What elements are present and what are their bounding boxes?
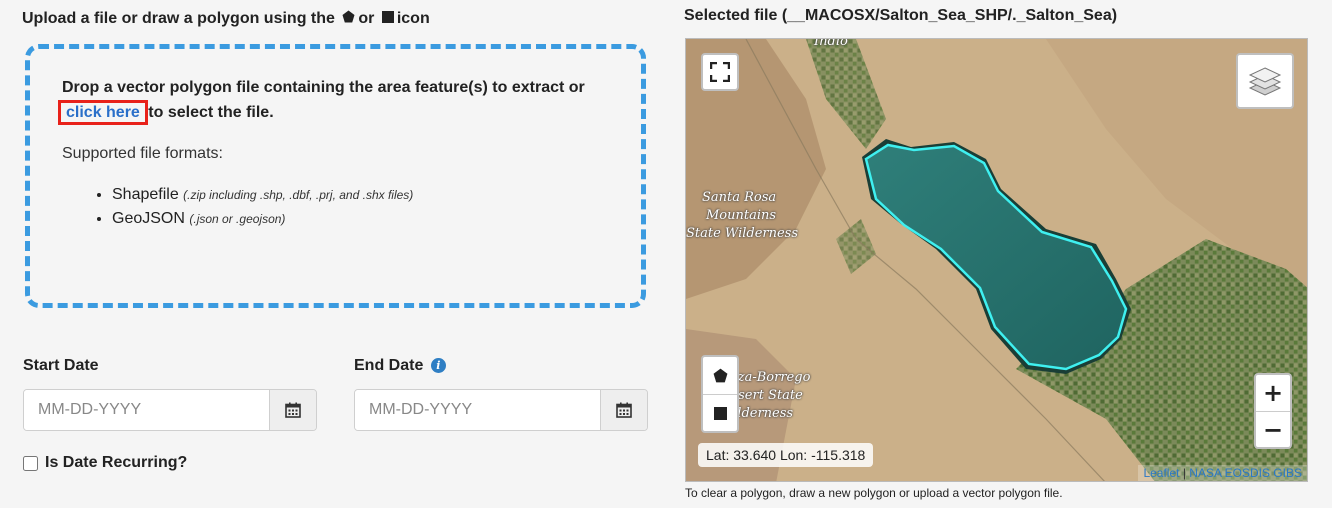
zoom-in-button[interactable]: + bbox=[1256, 375, 1290, 411]
upload-heading-prefix: Upload a file or draw a polygon using th… bbox=[22, 10, 335, 28]
start-date-label: Start Date bbox=[23, 357, 99, 374]
click-here-link[interactable]: click here bbox=[58, 100, 148, 125]
list-item: GeoJSON (.json or .geojson) bbox=[112, 207, 609, 231]
pentagon-icon bbox=[713, 368, 727, 383]
format-name: GeoJSON bbox=[112, 210, 185, 227]
file-drop-zone[interactable]: Drop a vector polygon file containing th… bbox=[25, 44, 646, 308]
supported-formats-label: Supported file formats: bbox=[62, 145, 223, 162]
square-icon bbox=[713, 406, 727, 420]
pentagon-icon bbox=[342, 10, 355, 28]
date-recurring-label: Is Date Recurring? bbox=[45, 454, 188, 471]
info-icon[interactable]: i bbox=[430, 358, 446, 373]
attribution-nasa-link[interactable]: NASA EOSDIS GIBS bbox=[1189, 466, 1302, 480]
end-date-input[interactable] bbox=[355, 390, 600, 430]
map-label-santa-rosa: Santa Rosa Mountains State Wilderness bbox=[686, 189, 798, 243]
square-icon bbox=[381, 10, 394, 28]
fullscreen-button[interactable] bbox=[701, 53, 739, 91]
supported-formats-list: Shapefile (.zip including .shp, .dbf, .p… bbox=[62, 183, 609, 231]
map-label-line: Santa Rosa bbox=[702, 190, 777, 205]
drop-instructions: Drop a vector polygon file containing th… bbox=[58, 75, 609, 125]
format-detail: (.zip including .shp, .dbf, .prj, and .s… bbox=[183, 188, 414, 202]
date-recurring-checkbox[interactable] bbox=[23, 455, 38, 471]
end-date-label: End Date i bbox=[354, 357, 446, 375]
map-label-line: Mountains bbox=[706, 208, 777, 223]
map-view[interactable]: Indio Santa Rosa Mountains State Wildern… bbox=[685, 38, 1308, 482]
drop-text-after: to select the file. bbox=[143, 104, 274, 121]
zoom-control: + − bbox=[1254, 373, 1292, 449]
selected-file-heading: Selected file (__MACOSX/Salton_Sea_SHP/.… bbox=[684, 7, 1118, 24]
map-label-indio: Indio bbox=[814, 38, 848, 49]
attribution-leaflet-link[interactable]: Leaflet bbox=[1143, 466, 1179, 480]
upload-heading: Upload a file or draw a polygon using th… bbox=[22, 10, 430, 28]
start-date-input[interactable] bbox=[24, 390, 269, 430]
format-name: Shapefile bbox=[112, 186, 179, 203]
map-label-line: State Wilderness bbox=[686, 226, 799, 241]
draw-toolbar bbox=[701, 355, 739, 433]
calendar-icon bbox=[285, 402, 301, 418]
list-item: Shapefile (.zip including .shp, .dbf, .p… bbox=[112, 183, 609, 207]
end-date-label-text: End Date bbox=[354, 357, 424, 374]
attribution-separator: | bbox=[1179, 466, 1190, 480]
start-date-group bbox=[23, 389, 317, 431]
format-detail: (.json or .geojson) bbox=[189, 212, 286, 226]
layers-button[interactable] bbox=[1236, 53, 1294, 109]
draw-rectangle-button[interactable] bbox=[703, 394, 737, 431]
coordinates-readout: Lat: 33.640 Lon: -115.318 bbox=[698, 443, 874, 467]
start-date-calendar-button[interactable] bbox=[269, 390, 316, 430]
upload-heading-suffix: icon bbox=[396, 10, 430, 28]
draw-polygon-button[interactable] bbox=[703, 357, 737, 394]
date-recurring-option[interactable]: Is Date Recurring? bbox=[23, 454, 187, 472]
calendar-icon bbox=[616, 402, 632, 418]
end-date-calendar-button[interactable] bbox=[600, 390, 647, 430]
end-date-group bbox=[354, 389, 648, 431]
zoom-out-button[interactable]: − bbox=[1256, 411, 1290, 447]
layers-icon bbox=[1248, 67, 1282, 96]
map-attribution: Leaflet | NASA EOSDIS GIBS bbox=[1138, 465, 1307, 481]
upload-heading-or: or bbox=[358, 10, 375, 28]
drop-text-before: Drop a vector polygon file containing th… bbox=[62, 79, 585, 96]
fullscreen-icon bbox=[710, 62, 730, 82]
map-help-note: To clear a polygon, draw a new polygon o… bbox=[685, 486, 1063, 500]
